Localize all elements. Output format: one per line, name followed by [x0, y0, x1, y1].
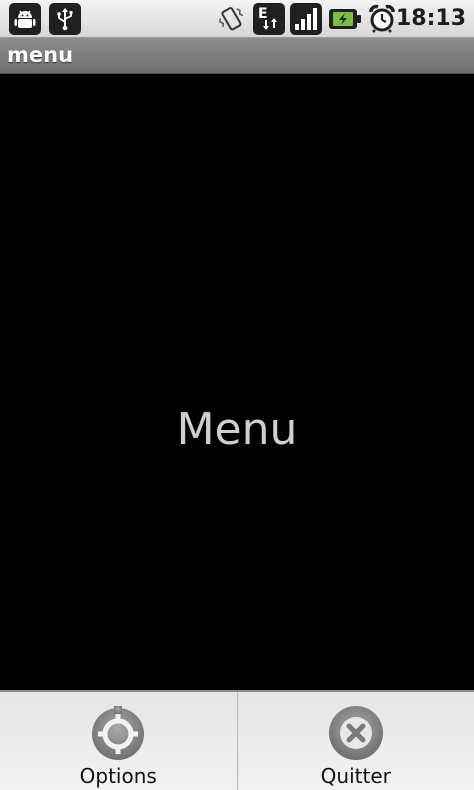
- options-menu: Options Quitter: [0, 690, 474, 790]
- vibrate-icon: [214, 3, 248, 35]
- edge-data-icon: E: [253, 3, 285, 35]
- main-content: Menu: [0, 74, 474, 690]
- menu-item-quitter[interactable]: Quitter: [236, 692, 474, 790]
- settings-icon: [89, 704, 147, 762]
- android-debug-icon: [9, 3, 41, 35]
- usb-icon: [49, 3, 81, 35]
- alarm-icon: [366, 3, 398, 35]
- menu-item-options-label: Options: [79, 764, 157, 788]
- app-title: menu: [7, 43, 74, 67]
- status-bar: E 18:13: [0, 0, 474, 38]
- close-icon: [327, 704, 385, 762]
- title-bar: menu: [0, 38, 474, 74]
- status-time: 18:13: [395, 6, 466, 31]
- signal-icon: [290, 3, 322, 35]
- battery-charging-icon: [328, 3, 362, 35]
- network-type-label: E: [258, 6, 268, 22]
- menu-item-quitter-label: Quitter: [320, 764, 391, 788]
- center-text: Menu: [176, 404, 298, 455]
- menu-item-options[interactable]: Options: [0, 692, 237, 790]
